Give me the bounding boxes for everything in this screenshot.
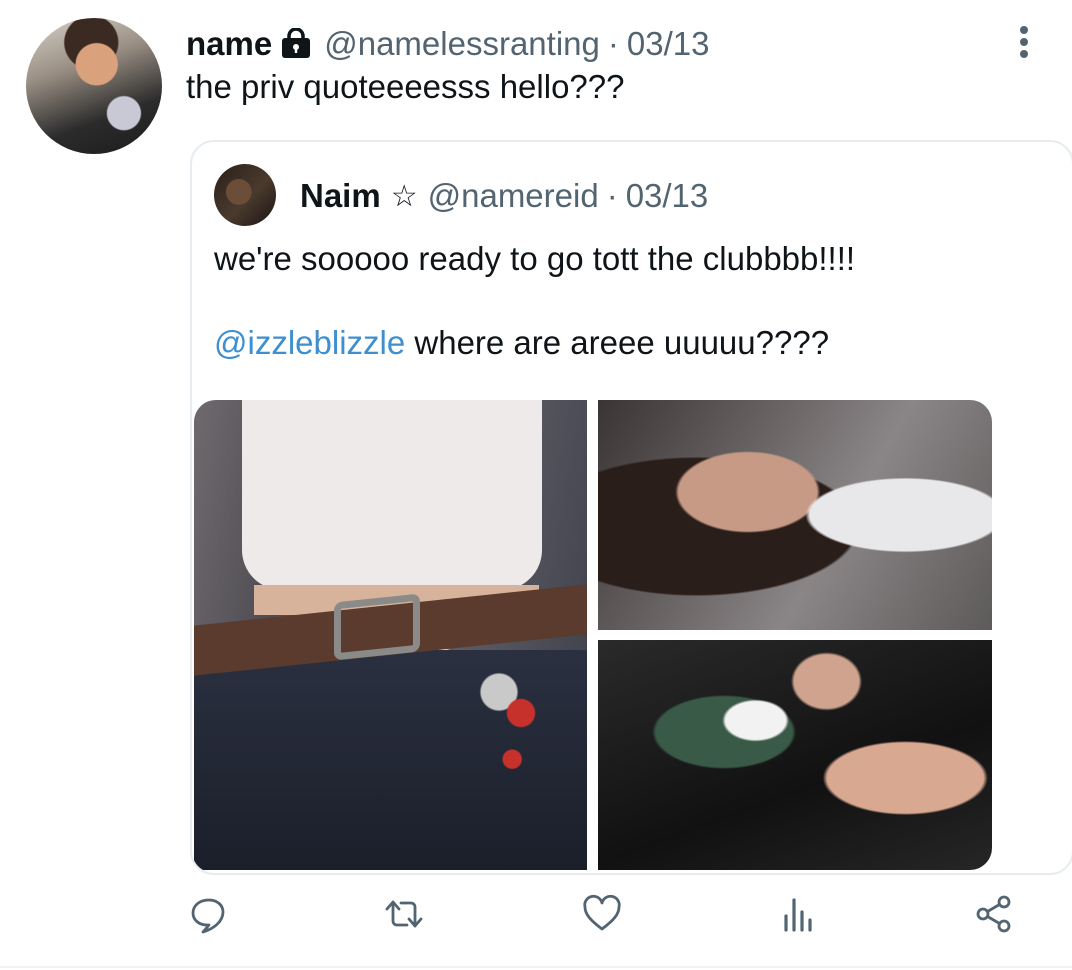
quoted-tweet-card[interactable]: Naim ☆ @namereid · 03/13 we're sooooo re… <box>190 140 1072 875</box>
media-photo-2[interactable] <box>598 400 992 630</box>
media-photo-1[interactable] <box>194 400 587 870</box>
media-grid <box>192 398 992 873</box>
views-button[interactable] <box>774 890 822 938</box>
quoted-tweet-text-line2: @izzleblizzle where are areee uuuuu???? <box>214 324 829 362</box>
quoted-author-handle[interactable]: @namereid <box>428 177 599 215</box>
quoted-author-display-name[interactable]: Naim <box>300 177 381 215</box>
author-handle[interactable]: @namelessranting <box>324 25 600 63</box>
media-photo-3[interactable] <box>598 640 992 870</box>
author-display-name[interactable]: name <box>186 25 272 63</box>
author-avatar[interactable] <box>26 18 162 154</box>
bottom-divider <box>0 966 1072 968</box>
photo-1-buckle <box>334 593 420 661</box>
star-badge-icon: ☆ <box>390 179 418 213</box>
share-button[interactable] <box>970 890 1018 938</box>
quoted-author-avatar[interactable] <box>214 164 276 226</box>
more-vertical-icon[interactable] <box>1008 22 1040 62</box>
reply-button[interactable] <box>185 890 233 938</box>
share-icon <box>976 895 1011 933</box>
views-icon <box>784 898 812 932</box>
quoted-tweet-text-line2-rest: where are areee uuuuu???? <box>405 324 830 361</box>
photo-1-keychain <box>444 650 554 860</box>
quoted-header-separator: · <box>606 177 618 214</box>
quoted-tweet-text-line1: we're sooooo ready to go tott the clubbb… <box>214 240 856 277</box>
quoted-tweet-date[interactable]: 03/13 <box>626 177 709 215</box>
quoted-tweet-header: Naim ☆ @namereid · 03/13 <box>300 176 708 216</box>
mention-link[interactable]: @izzleblizzle <box>214 324 405 361</box>
tweet-header: name @namelessranting · 03/13 <box>186 24 709 64</box>
like-button[interactable] <box>578 890 626 938</box>
lock-icon <box>280 27 312 60</box>
reply-icon <box>191 898 225 934</box>
header-separator: · <box>607 25 619 62</box>
tweet[interactable]: name @namelessranting · 03/13 the priv q… <box>0 0 1072 970</box>
photo-1-shirt <box>242 400 542 590</box>
retweet-button[interactable] <box>380 890 428 938</box>
retweet-icon <box>385 900 423 928</box>
tweet-actions <box>0 890 1072 946</box>
tweet-date[interactable]: 03/13 <box>627 25 710 63</box>
heart-icon <box>583 894 621 931</box>
tweet-text: the priv quoteeeesss hello??? <box>186 68 625 105</box>
